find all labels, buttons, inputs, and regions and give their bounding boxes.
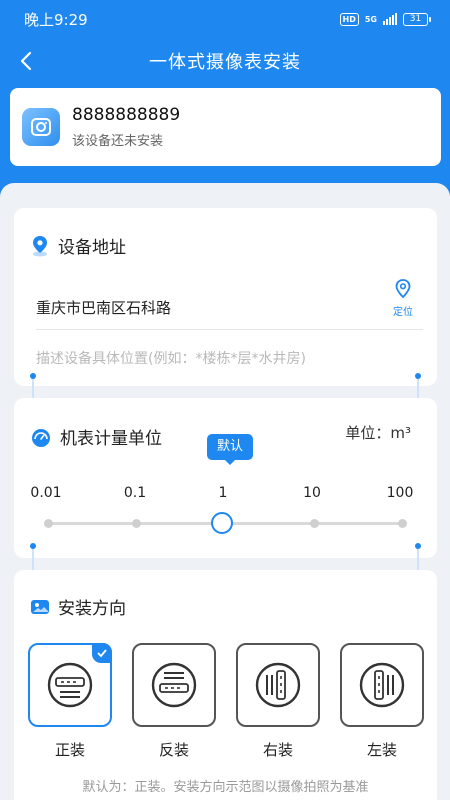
meter-inverted-icon xyxy=(151,662,197,708)
direction-header: 安装方向 xyxy=(30,594,126,619)
camera-meter-icon xyxy=(22,108,60,146)
locate-label: 定位 xyxy=(393,307,413,318)
unit-slider-thumb[interactable] xyxy=(211,512,233,534)
default-tooltip: 默认 xyxy=(207,434,253,465)
meter-upright-icon xyxy=(47,662,93,708)
direction-label: 正装 xyxy=(54,741,85,759)
check-icon xyxy=(92,643,112,663)
address-detail-input[interactable] xyxy=(36,346,416,372)
scale-label[interactable]: 0.01 xyxy=(21,485,71,501)
unit-panel: 机表计量单位 单位：m³ 默认 0.01 0.1 1 10 100 xyxy=(14,398,437,558)
gauge-icon xyxy=(32,428,50,447)
address-value[interactable]: 重庆市巴南区石科路 xyxy=(36,297,171,318)
hd-badge: HD xyxy=(339,12,359,26)
nav-bar: 一体式摄像表安装 xyxy=(0,38,450,84)
unit-title: 机表计量单位 xyxy=(60,429,162,449)
device-status: 该设备还未安装 xyxy=(72,134,164,149)
direction-box[interactable] xyxy=(132,643,216,727)
direction-label: 右装 xyxy=(262,741,293,759)
direction-box[interactable] xyxy=(340,643,424,727)
address-header: 设备地址 xyxy=(30,233,126,258)
battery-icon: 31 xyxy=(403,12,431,26)
direction-option-left[interactable]: 左装 xyxy=(340,643,424,760)
device-card: 8888888889 该设备还未安装 xyxy=(10,88,441,166)
address-panel: 设备地址 重庆市巴南区石科路 定位 xyxy=(14,208,437,386)
direction-option-right[interactable]: 右装 xyxy=(236,643,320,760)
locate-icon xyxy=(395,279,411,299)
meter-left-icon xyxy=(359,662,405,708)
image-icon xyxy=(31,599,49,614)
status-bar: 晚上9:29 HD 5G 31 xyxy=(0,0,450,38)
page-title: 一体式摄像表安装 xyxy=(149,52,301,73)
slider-tick[interactable] xyxy=(309,519,319,528)
direction-box[interactable] xyxy=(236,643,320,727)
unit-header: 机表计量单位 xyxy=(30,424,162,449)
status-time: 晚上9:29 xyxy=(24,10,88,29)
locate-button[interactable]: 定位 xyxy=(387,278,419,318)
scale-label[interactable]: 1 xyxy=(198,485,248,501)
back-arrow-icon[interactable] xyxy=(14,48,40,74)
network-type: 5G xyxy=(364,14,377,24)
device-id: 8888888889 xyxy=(72,105,181,125)
address-title: 设备地址 xyxy=(58,238,126,258)
direction-option-inverted[interactable]: 反装 xyxy=(132,643,216,760)
slider-tick[interactable] xyxy=(43,519,53,528)
direction-label: 左装 xyxy=(366,741,397,759)
status-icons: HD 5G 31 xyxy=(339,12,431,26)
direction-panel: 安装方向 正装 反装 右装 左装 默认为：正装。安装方向示范图以摄像拍照为基准 xyxy=(14,570,437,800)
direction-option-upright[interactable]: 正装 xyxy=(28,643,112,760)
scale-label[interactable]: 100 xyxy=(375,485,425,501)
unit-label: 单位：m³ xyxy=(345,424,411,442)
slider-tick[interactable] xyxy=(397,519,407,528)
direction-box[interactable] xyxy=(28,643,112,727)
scale-label[interactable]: 10 xyxy=(287,485,337,501)
direction-hint: 默认为：正装。安装方向示范图以摄像拍照为基准 xyxy=(82,780,369,795)
device-info: 8888888889 该设备还未安装 xyxy=(72,105,180,149)
direction-title: 安装方向 xyxy=(58,599,126,619)
scale-label[interactable]: 0.1 xyxy=(110,485,160,501)
address-divider xyxy=(36,329,423,330)
signal-icon xyxy=(383,13,397,25)
direction-label: 反装 xyxy=(158,741,189,759)
meter-right-icon xyxy=(255,662,301,708)
slider-tick[interactable] xyxy=(131,519,141,528)
location-pin-icon xyxy=(33,235,47,256)
